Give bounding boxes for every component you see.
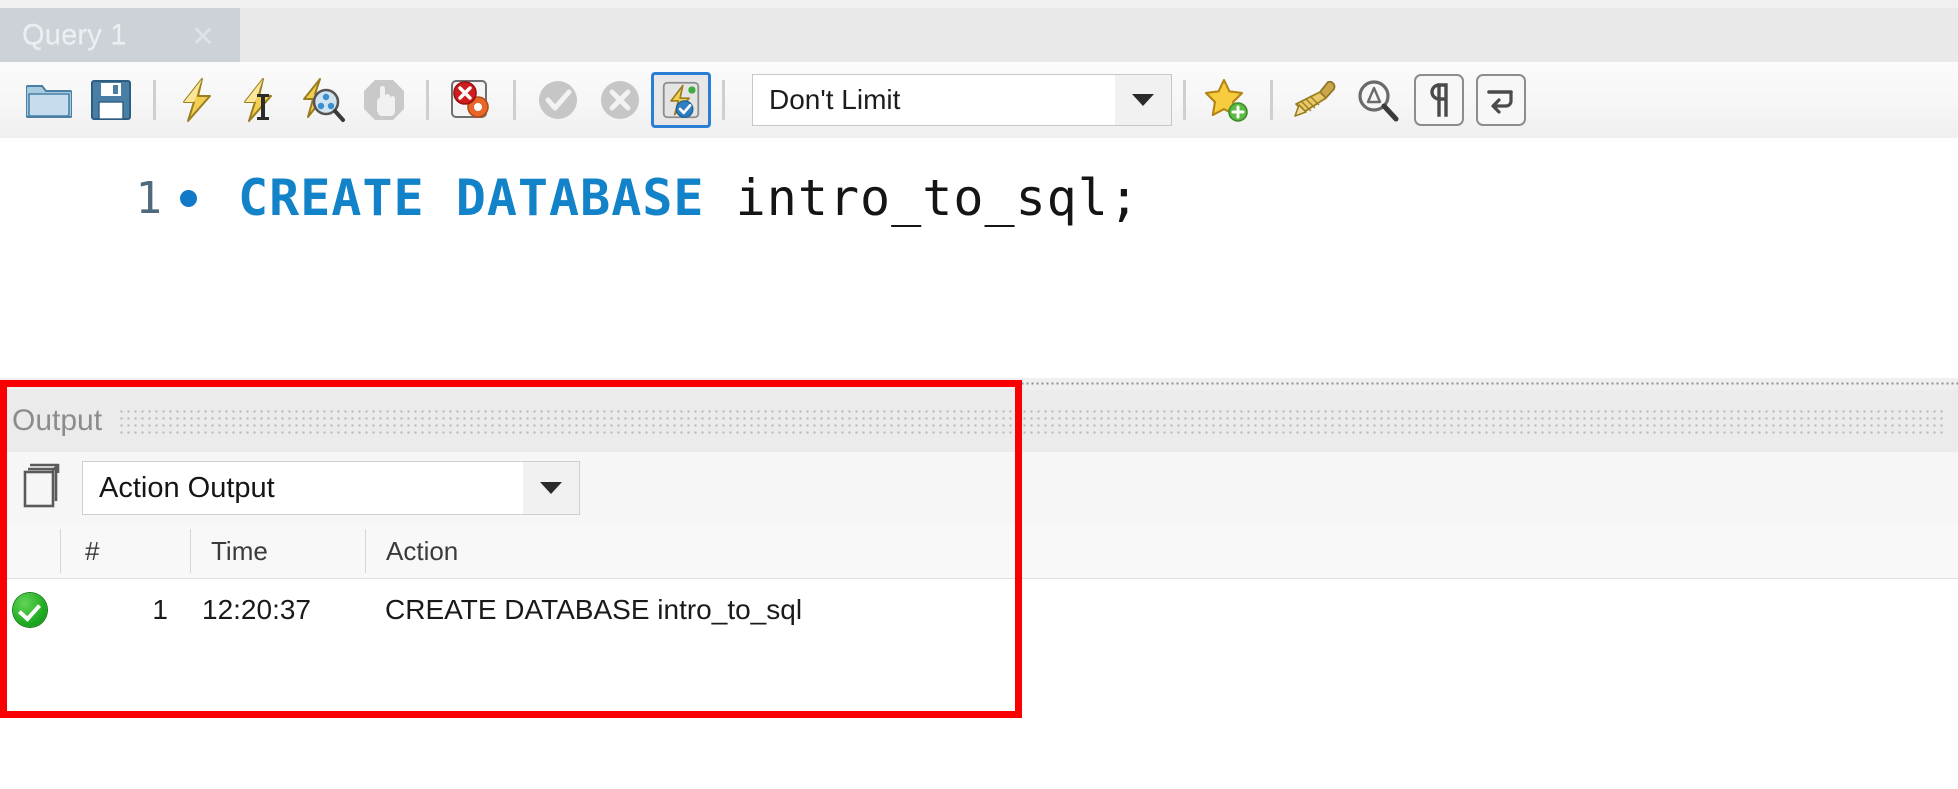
star-add-icon [1205,79,1248,122]
output-toolbar: Action Output [0,452,1958,524]
execute-current-button[interactable] [229,69,291,131]
lightning-bolt-cursor-icon [244,78,272,122]
save-snippet-button[interactable] [1197,69,1259,131]
rollback-button[interactable] [589,69,651,131]
output-view-select[interactable]: Action Output [82,461,580,515]
commit-check-icon [539,81,577,119]
cell-time: 12:20:37 [202,594,311,625]
pilcrow-icon [1430,83,1448,117]
toggle-invisible-chars-button[interactable] [1408,69,1470,131]
green-check-circle-icon [0,593,60,627]
cell-action: CREATE DATABASE intro_to_sql [385,594,803,625]
column-header-action[interactable]: Action [365,529,1958,573]
word-wrap-icon [1487,90,1513,114]
sql-keyword: CREATE DATABASE [238,169,705,227]
toolbar-separator [426,80,429,120]
toolbar-separator [1270,80,1273,120]
open-sql-script-button[interactable] [18,69,80,131]
toggle-stop-on-error-button[interactable] [440,69,502,131]
toolbar-separator [722,80,725,120]
close-icon[interactable]: ✕ [188,22,218,52]
beautify-sql-button[interactable] [1284,69,1346,131]
row-limit-select[interactable]: Don't Limit [752,74,1172,126]
action-output-table: # Time Action 1 12:20:37 CREATE DATABASE… [0,524,1958,641]
find-button[interactable] [1346,69,1408,131]
sql-editor-toolbar: Don't Limit [0,62,1958,139]
output-panel: Output Action Output # Time Action 1 12:… [0,378,1958,641]
line-number: 1 [135,172,163,224]
stacked-windows-icon[interactable] [16,461,68,515]
explain-statement-button[interactable] [291,69,353,131]
toolbar-separator [513,80,516,120]
code-text: CREATE DATABASE intro_to_sql; [238,169,1140,227]
beautify-brush-icon [1294,80,1336,117]
toolbar-separator [1183,80,1186,120]
folder-icon [26,85,72,118]
output-view-value: Action Output [99,471,275,504]
stop-on-error-icon [451,80,489,118]
stop-hand-icon [364,80,404,120]
lightning-bolt-icon [183,78,211,122]
tab-query-1[interactable]: Query 1 ✕ [0,8,240,62]
execution-dot-marker [162,189,214,207]
output-panel-splitter[interactable] [0,378,1958,390]
execute-statement-button[interactable] [167,69,229,131]
chevron-down-icon[interactable] [523,462,579,514]
floppy-disk-save-icon [91,80,131,120]
row-limit-value: Don't Limit [769,84,901,115]
sql-editor-area[interactable]: 1 CREATE DATABASE intro_to_sql; [0,138,1958,378]
save-script-button[interactable] [80,69,142,131]
editor-tab-bar: Query 1 ✕ [0,0,1958,63]
tab-bar-top-strip [0,0,1958,8]
toggle-autocommit-button[interactable] [651,72,711,128]
autocommit-lightning-icon [662,81,700,119]
cell-number: 1 [152,594,168,625]
search-magnifier-icon [1358,80,1399,122]
bottom-blank-area [0,638,1958,789]
table-row[interactable]: 1 12:20:37 CREATE DATABASE intro_to_sql [0,579,1958,641]
output-panel-title: Output [12,404,103,437]
column-header-time[interactable]: Time [190,529,365,573]
commit-button[interactable] [527,69,589,131]
chevron-down-icon[interactable] [1115,75,1171,125]
sql-identifier: intro_to_sql; [704,169,1140,227]
stop-execution-button[interactable] [353,69,415,131]
table-header-row: # Time Action [0,524,1958,579]
rollback-cross-icon [601,81,639,119]
lightning-magnifier-icon [303,78,345,122]
toolbar-separator [153,80,156,120]
header-dotted-filler [118,408,1944,434]
tab-label: Query 1 [22,18,127,51]
output-panel-header: Output [0,390,1958,452]
column-header-number[interactable]: # [60,529,190,573]
code-line-1[interactable]: 1 CREATE DATABASE intro_to_sql; [0,166,1140,230]
toggle-word-wrap-button[interactable] [1470,69,1532,131]
